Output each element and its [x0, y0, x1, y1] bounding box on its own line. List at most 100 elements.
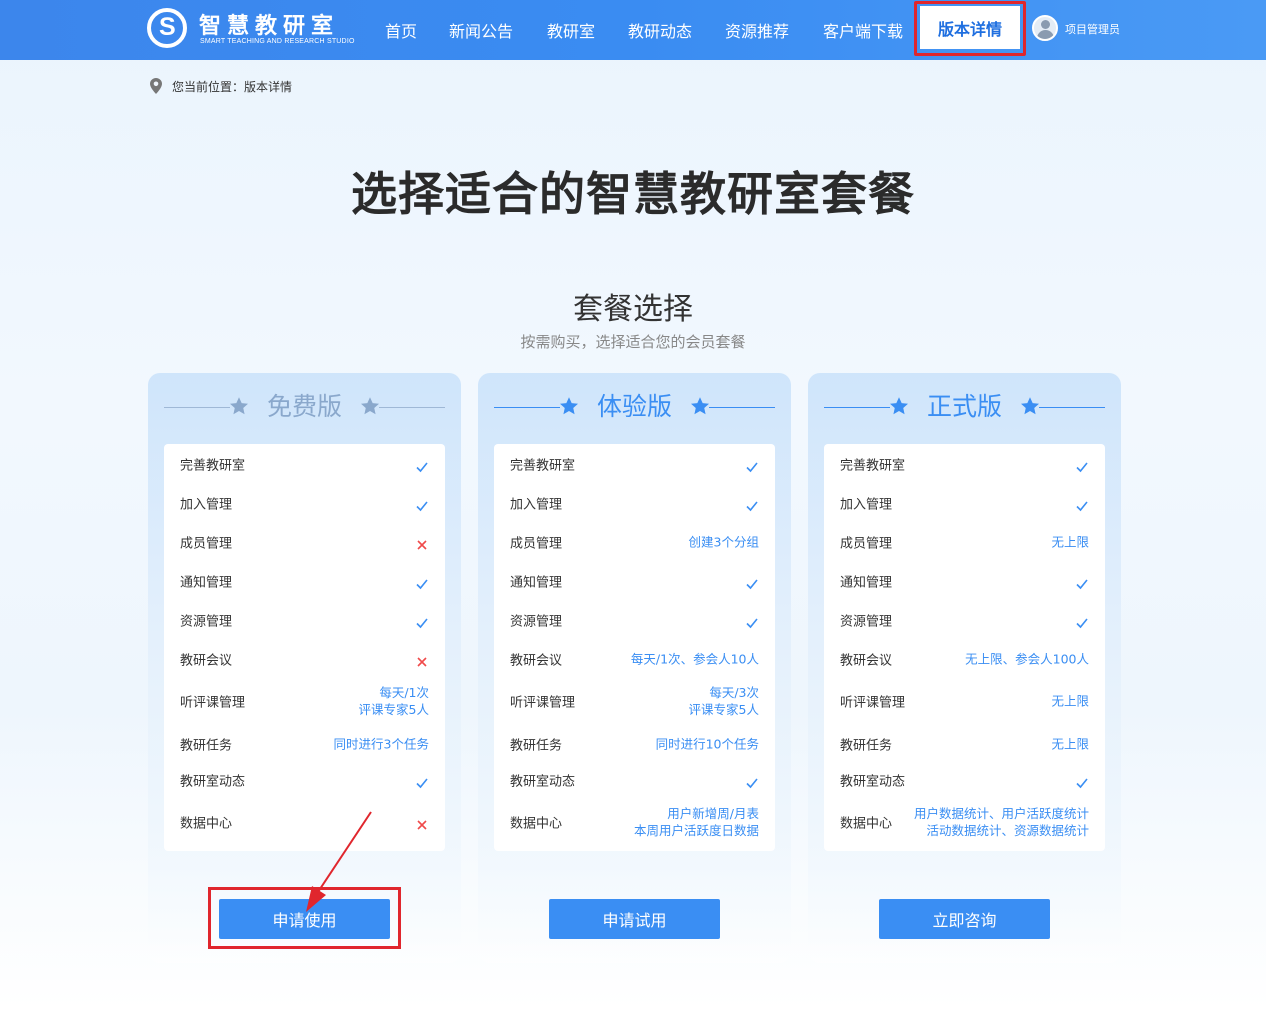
nav-item-studio[interactable]: 教研室: [547, 18, 595, 42]
feature-value: 无上限: [1051, 736, 1089, 751]
feature-row: 教研会议 每天/1次、参会人10人: [494, 639, 775, 678]
check-icon: [746, 575, 758, 589]
feature-row: 加入管理: [494, 483, 775, 522]
logo-title: 智慧教研室: [199, 14, 340, 39]
feature-row: 教研室动态: [824, 763, 1105, 796]
feature-value: 每天/3次 评课专家5人: [688, 684, 759, 717]
plan-card: 免费版完善教研室加入管理成员管理通知管理资源管理教研会议听评课管理 每天/1次 评课…: [148, 373, 461, 963]
feature-row: 通知管理: [824, 561, 1105, 600]
page-title: 选择适合的智慧教研室套餐: [351, 167, 915, 221]
location-pin-icon: [150, 78, 162, 94]
feature-row: 资源管理: [494, 600, 775, 639]
check-icon: [416, 614, 428, 628]
feature-label: 教研任务: [180, 738, 233, 753]
feature-value: 每天/1次 评课专家5人: [358, 684, 429, 717]
logo[interactable]: S 智慧教研室 SMART TEACHING AND RESEARCH STUD…: [147, 6, 357, 52]
feature-row: 完善教研室: [494, 444, 775, 483]
section-subtitle: 按需购买，选择适合您的会员套餐: [520, 333, 746, 351]
feature-label: 完善教研室: [510, 458, 576, 473]
nav-item-activity[interactable]: 教研动态: [628, 18, 692, 42]
feature-label: 完善教研室: [840, 458, 906, 473]
check-icon: [416, 458, 428, 472]
nav-item-news[interactable]: 新闻公告: [449, 18, 513, 42]
feature-label: 教研任务: [510, 738, 563, 753]
consult-button[interactable]: 立即咨询: [879, 899, 1050, 939]
nav-item-home[interactable]: 首页: [385, 18, 417, 42]
feature-row: 资源管理: [824, 600, 1105, 639]
plan-card: 体验版 完善教研室 加入管理 成员管理 创建3个分组 通知管理 资源管理 教研会议 每天/1次、…: [478, 373, 791, 963]
feature-row: 数据中心 用户数据统计、用户活跃度统计 活动数据统计、资源数据统计: [824, 796, 1105, 848]
feature-row: 教研任务 同时进行10个任务: [494, 724, 775, 763]
cross-icon: [416, 816, 428, 830]
feature-row: 通知管理: [164, 561, 445, 600]
feature-label: 教研会议: [510, 653, 563, 668]
user-name[interactable]: 项目管理员: [1065, 21, 1120, 37]
logo-icon: S: [147, 8, 187, 48]
nav-item-resources[interactable]: 资源推荐: [725, 18, 789, 42]
nav-item-download[interactable]: 客户端下载: [823, 18, 903, 42]
feature-row: 完善教研室: [824, 444, 1105, 483]
check-icon: [1076, 575, 1088, 589]
section-title: 套餐选择: [573, 292, 693, 327]
feature-label: 资源管理: [840, 614, 893, 629]
check-icon: [416, 497, 428, 511]
avatar[interactable]: [1032, 15, 1058, 41]
feature-label: 通知管理: [840, 575, 893, 590]
feature-list: 完善教研室加入管理成员管理通知管理资源管理教研会议听评课管理 每天/1次 评课专家5…: [164, 444, 445, 851]
breadcrumb-text: 您当前位置：版本详情: [172, 79, 293, 94]
feature-list: 完善教研室 加入管理 成员管理 无上限 通知管理 资源管理 教研会议 无上限、参会人100人听…: [824, 444, 1105, 851]
feature-row: 成员管理 创建3个分组: [494, 522, 775, 561]
feature-list: 完善教研室加入管理成员管理 创建3个分组通知管理资源管理教研会议 每天/1次、参会人…: [494, 444, 775, 851]
feature-value: 用户新增周/月表 本周用户活跃度日数据: [633, 806, 759, 838]
feature-row: 听评课管理 无上限: [824, 677, 1105, 724]
feature-label: 教研室动态: [840, 774, 906, 789]
plan-name: 免费版: [266, 392, 342, 421]
feature-label: 加入管理: [510, 497, 563, 512]
feature-row: 听评课管理 每天/1次 评课专家5人: [164, 677, 445, 724]
feature-row: 数据中心: [164, 796, 445, 848]
feature-row: 教研任务 同时进行3个任务: [164, 724, 445, 763]
check-icon: [746, 458, 758, 472]
feature-row: 加入管理: [824, 483, 1105, 522]
feature-row: 成员管理 无上限: [824, 522, 1105, 561]
feature-label: 成员管理: [510, 536, 563, 551]
feature-label: 教研室动态: [510, 774, 576, 789]
feature-label: 成员管理: [180, 536, 233, 551]
feature-label: 加入管理: [180, 497, 233, 512]
button-highlight-frame: [208, 887, 401, 949]
feature-value: 同时进行10个任务: [655, 736, 759, 751]
check-icon: [746, 774, 758, 788]
feature-label: 数据中心: [510, 816, 563, 832]
check-icon: [746, 497, 758, 511]
feature-value: 无上限、参会人100人: [965, 651, 1089, 666]
check-icon: [1076, 458, 1088, 472]
feature-value: 用户数据统计、用户活跃度统计 活动数据统计、资源数据统计: [913, 806, 1089, 838]
feature-label: 通知管理: [180, 575, 233, 590]
cross-icon: [416, 653, 428, 667]
feature-label: 听评课管理: [180, 695, 246, 710]
feature-row: 资源管理: [164, 600, 445, 639]
feature-label: 通知管理: [510, 575, 563, 590]
feature-value: 同时进行3个任务: [333, 736, 429, 751]
feature-row: 成员管理: [164, 522, 445, 561]
feature-row: 教研室动态: [164, 763, 445, 796]
feature-row: 通知管理: [494, 561, 775, 600]
feature-label: 教研会议: [180, 653, 233, 668]
feature-row: 听评课管理 每天/3次 评课专家5人: [494, 677, 775, 724]
feature-label: 教研室动态: [180, 774, 246, 789]
feature-value: 每天/1次、参会人10人: [630, 651, 759, 666]
nav-item-version-details[interactable]: 版本详情: [920, 6, 1020, 49]
plan-card: 正式版 完善教研室 加入管理 成员管理 无上限 通知管理 资源管理 教研会议 无上限、参会人10…: [808, 373, 1121, 963]
feature-label: 完善教研室: [180, 458, 246, 473]
feature-label: 听评课管理: [510, 695, 576, 710]
check-icon: [746, 614, 758, 628]
feature-label: 资源管理: [510, 614, 563, 629]
apply-trial-button[interactable]: 申请试用: [549, 899, 720, 939]
check-icon: [1076, 774, 1088, 788]
feature-row: 教研任务 无上限: [824, 724, 1105, 763]
feature-row: 教研会议: [164, 639, 445, 678]
plan-name: 正式版: [926, 392, 1002, 421]
plan-header: 免费版: [164, 391, 445, 425]
breadcrumb: 您当前位置：版本详情: [150, 77, 292, 95]
feature-value: 无上限: [1051, 693, 1089, 708]
